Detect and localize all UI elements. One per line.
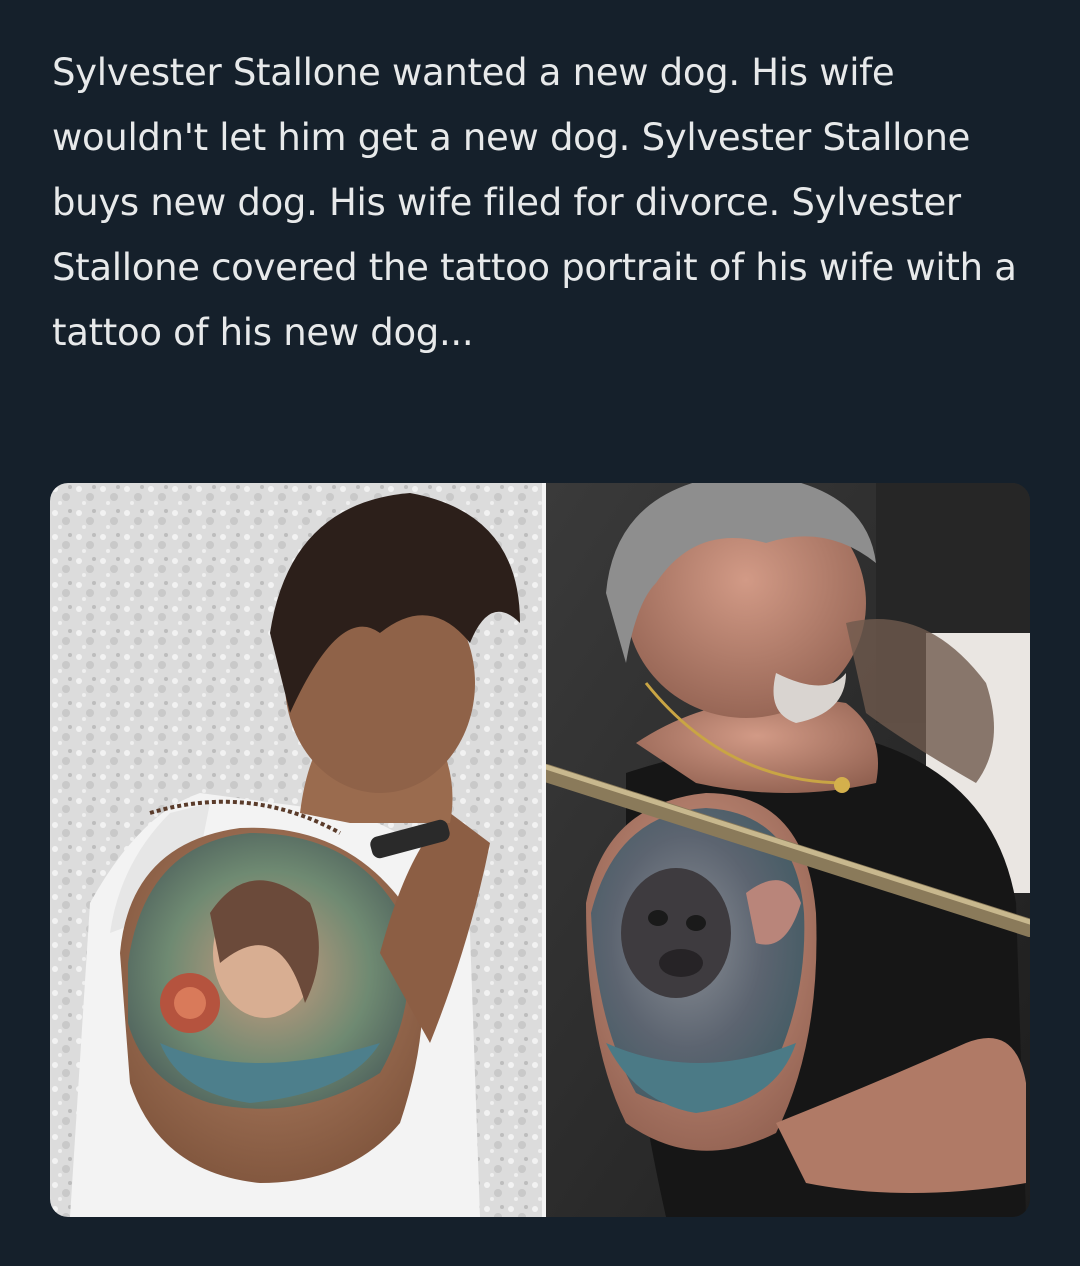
- before-tattoo-image: [50, 483, 542, 1217]
- after-tattoo-image: [546, 483, 1030, 1217]
- tweet-text: Sylvester Stallone wanted a new dog. His…: [52, 51, 1029, 354]
- before-tattoo-photo[interactable]: [50, 483, 542, 1217]
- after-tattoo-photo[interactable]: [546, 483, 1030, 1217]
- tweet-media[interactable]: [50, 483, 1030, 1217]
